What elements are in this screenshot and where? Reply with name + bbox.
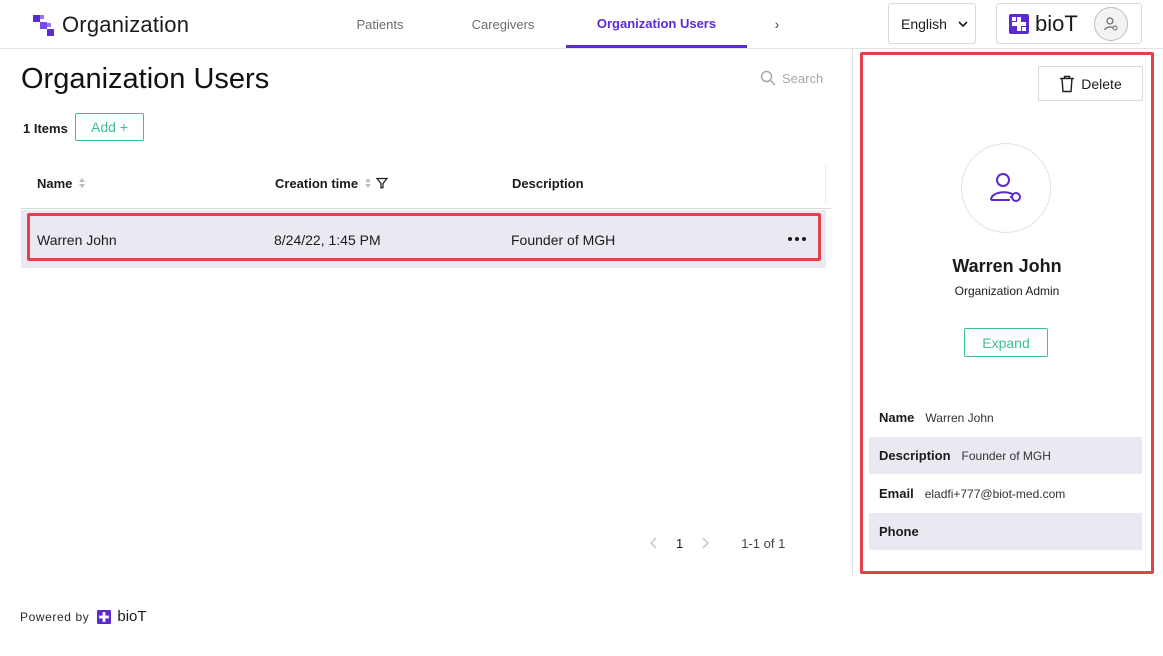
next-page-chevron-icon[interactable] bbox=[695, 533, 715, 553]
user-badge-icon bbox=[990, 173, 1021, 202]
column-header-name[interactable]: Name bbox=[37, 176, 86, 191]
detail-key: Name bbox=[879, 410, 915, 425]
top-header: Organization Patients Caregivers Organiz… bbox=[0, 0, 1163, 49]
expand-button[interactable]: Expand bbox=[964, 328, 1048, 357]
brand-name: bioT bbox=[1035, 10, 1078, 36]
search-icon bbox=[760, 70, 776, 86]
chevron-down-icon bbox=[958, 20, 968, 27]
detail-key: Description bbox=[879, 448, 951, 463]
table-header: Name Creation time Description bbox=[21, 158, 831, 209]
detail-row-phone: Phone bbox=[869, 513, 1142, 550]
user-avatar-button[interactable] bbox=[1094, 7, 1128, 41]
powered-by-label: Powered by bbox=[20, 609, 90, 624]
user-icon bbox=[1104, 17, 1118, 31]
detail-value: Founder of MGH bbox=[961, 448, 1051, 463]
org-logo[interactable]: Organization bbox=[33, 12, 189, 38]
detail-row-name: Name Warren John bbox=[869, 399, 1142, 436]
detail-value: eladfi+777@biot-med.com bbox=[924, 486, 1066, 501]
detail-key: Phone bbox=[879, 524, 919, 539]
column-header-creation-time[interactable]: Creation time bbox=[275, 176, 389, 191]
detail-row-description: Description Founder of MGH bbox=[869, 437, 1142, 474]
org-logo-icon bbox=[33, 14, 54, 36]
cell-description: Founder of MGH bbox=[511, 232, 616, 248]
brand-user-box: bioT bbox=[996, 3, 1142, 44]
row-more-actions-icon[interactable] bbox=[785, 227, 809, 251]
language-value: English bbox=[901, 15, 947, 32]
tab-patients[interactable]: Patients bbox=[320, 0, 440, 48]
user-avatar bbox=[961, 143, 1051, 233]
row-highlight-outline bbox=[27, 213, 821, 261]
tab-caregivers[interactable]: Caregivers bbox=[440, 0, 566, 48]
users-table: Name Creation time Description Warren Jo… bbox=[21, 158, 831, 268]
biot-logo-icon bbox=[1009, 13, 1029, 34]
detail-value: Warren John bbox=[925, 410, 994, 425]
delete-label: Delete bbox=[1081, 75, 1122, 92]
tab-organization-users[interactable]: Organization Users bbox=[566, 0, 747, 48]
page-number[interactable]: 1 bbox=[676, 536, 683, 551]
cell-name: Warren John bbox=[37, 232, 117, 248]
user-details-panel: Delete Warren John Organization Admin Ex… bbox=[860, 52, 1154, 574]
prev-page-chevron-icon[interactable] bbox=[644, 533, 664, 553]
delete-button[interactable]: Delete bbox=[1038, 66, 1143, 101]
panel-divider bbox=[852, 49, 853, 576]
detail-key: Email bbox=[879, 486, 914, 501]
tab-more-chevron-icon[interactable]: › bbox=[747, 0, 807, 48]
detail-row-email: Email eladfi+777@biot-med.com bbox=[869, 475, 1142, 512]
user-name: Warren John bbox=[952, 256, 1062, 276]
page-range: 1-1 of 1 bbox=[741, 535, 786, 551]
biot-logo-icon bbox=[97, 609, 112, 624]
page-title: Organization Users bbox=[21, 63, 270, 95]
sort-icon[interactable] bbox=[364, 176, 372, 190]
footer: Powered by bioT bbox=[20, 608, 147, 625]
cell-creation-time: 8/24/22, 1:45 PM bbox=[274, 232, 381, 248]
column-header-description: Description bbox=[512, 175, 584, 191]
header-divider bbox=[825, 164, 826, 204]
search-box[interactable]: Search bbox=[760, 70, 823, 86]
footer-brand: bioT bbox=[117, 608, 147, 625]
pagination: 1 1-1 of 1 bbox=[644, 533, 785, 553]
sort-icon[interactable] bbox=[78, 176, 86, 190]
org-title: Organization bbox=[62, 12, 190, 37]
main-nav: Patients Caregivers Organization Users › bbox=[320, 0, 807, 48]
filter-icon[interactable] bbox=[376, 177, 389, 189]
language-select[interactable]: English bbox=[888, 3, 976, 44]
trash-icon bbox=[1060, 75, 1075, 92]
table-row[interactable]: Warren John 8/24/22, 1:45 PM Founder of … bbox=[21, 210, 826, 268]
user-role: Organization Admin bbox=[954, 284, 1060, 298]
search-placeholder: Search bbox=[782, 70, 824, 86]
add-button[interactable]: Add + bbox=[75, 113, 144, 141]
items-count: 1 Items bbox=[23, 121, 68, 136]
